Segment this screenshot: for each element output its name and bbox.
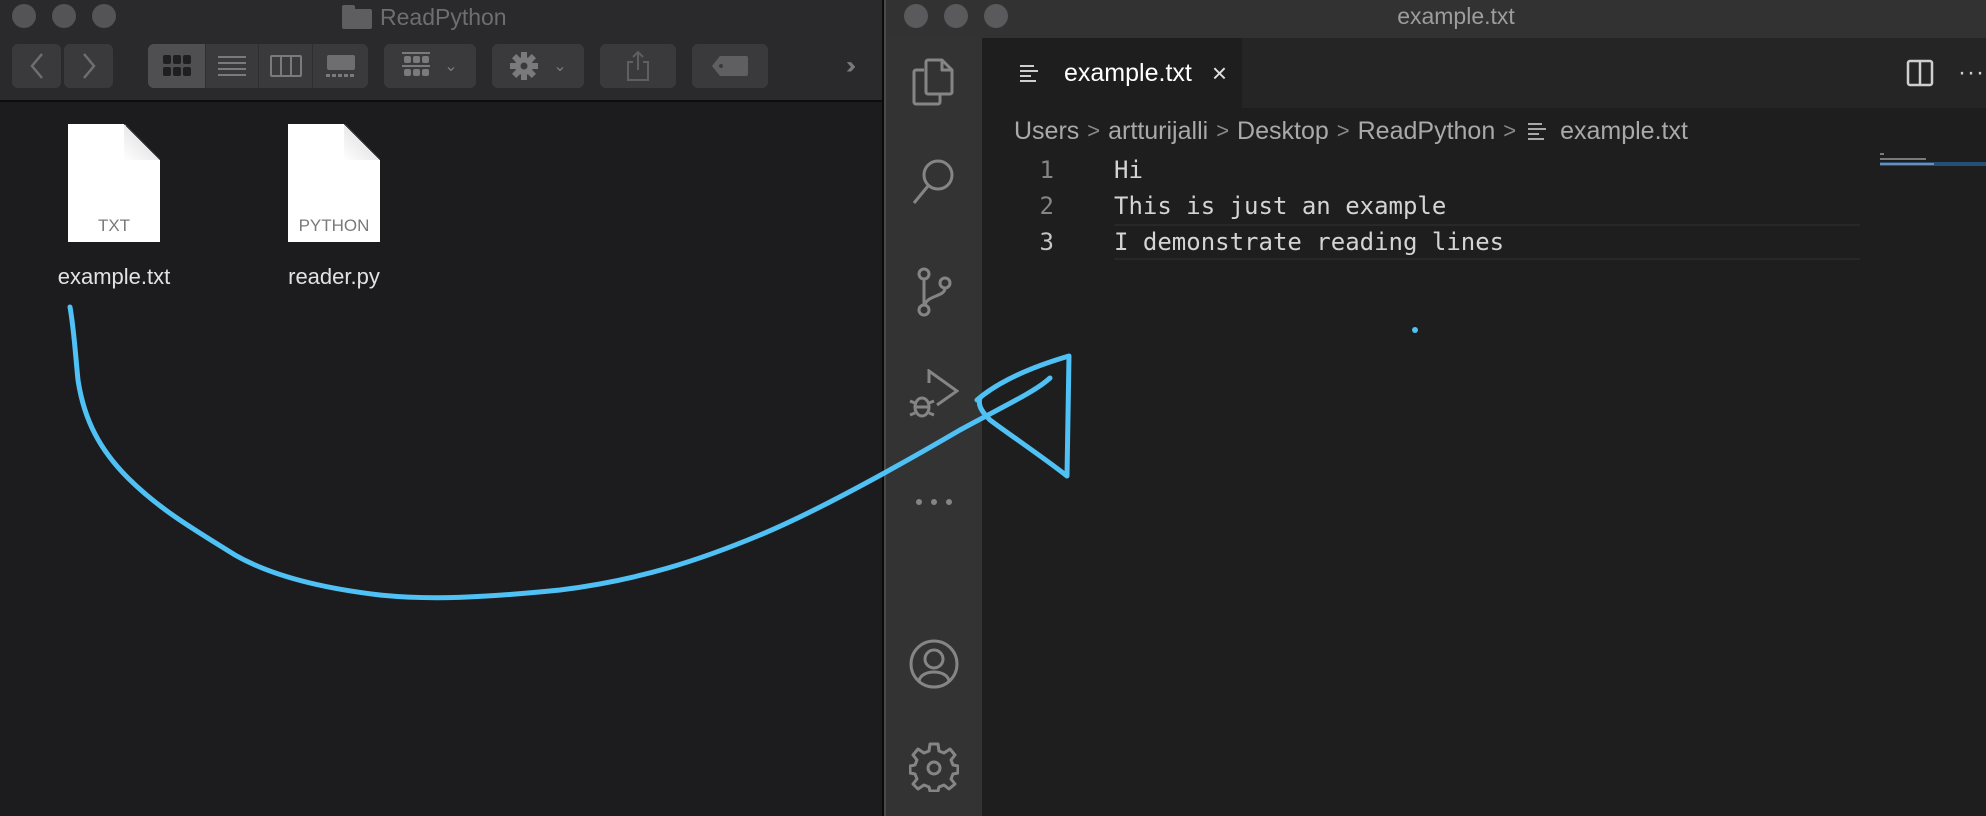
breadcrumb-item[interactable]: example.txt xyxy=(1560,117,1688,146)
breadcrumb-item[interactable]: Desktop xyxy=(1237,117,1329,146)
finder-window: ReadPython ⌄ ⌄ ›› TXT example.txt PYTHON… xyxy=(0,0,882,816)
finder-window-title: ReadPython xyxy=(342,2,507,32)
tab-label: example.txt xyxy=(1064,58,1192,87)
grid-icon xyxy=(162,55,191,76)
ellipsis-icon xyxy=(916,499,952,505)
share-icon xyxy=(627,50,649,81)
search-button[interactable] xyxy=(886,147,982,217)
chevron-left-icon xyxy=(29,53,43,79)
code-line: 2 This is just an example xyxy=(982,188,1860,224)
breadcrumb-item[interactable]: ReadPython xyxy=(1358,117,1496,146)
icon-view-button[interactable] xyxy=(148,44,206,88)
forward-button[interactable] xyxy=(64,44,113,88)
vscode-titlebar: example.txt xyxy=(886,0,1986,38)
file-item-example-txt[interactable]: TXT example.txt xyxy=(34,124,194,290)
file-item-reader-py[interactable]: PYTHON reader.py xyxy=(254,124,414,290)
chevron-right-icon: > xyxy=(1336,118,1350,143)
finder-toolbar: ReadPython ⌄ ⌄ ›› xyxy=(0,0,882,102)
editor-tab-bar: example.txt × ··· xyxy=(982,38,1986,108)
line-number: 2 xyxy=(1039,192,1054,220)
file-name: example.txt xyxy=(57,264,171,289)
minimap-line xyxy=(1880,157,1986,161)
minimap[interactable] xyxy=(1880,152,1986,167)
source-control-button[interactable] xyxy=(886,257,982,327)
line-number: 1 xyxy=(1039,156,1054,184)
more-actions-icon[interactable]: ··· xyxy=(1958,59,1986,87)
python-file-icon: PYTHON xyxy=(288,124,380,242)
breadcrumb: Users > artturijalli > Desktop > ReadPyt… xyxy=(1014,112,1688,150)
explorer-button[interactable] xyxy=(886,48,982,118)
code-line-current: 3 I demonstrate reading lines xyxy=(982,224,1860,260)
search-icon xyxy=(912,159,954,204)
tag-icon xyxy=(712,56,748,76)
activity-bar xyxy=(886,38,982,816)
text-file-icon xyxy=(1528,122,1548,140)
finder-title-text: ReadPython xyxy=(380,3,507,30)
line-text: This is just an example xyxy=(1114,192,1447,220)
gear-icon xyxy=(510,52,539,80)
list-icon xyxy=(218,56,246,76)
accounts-button[interactable] xyxy=(886,629,982,699)
group-by-button[interactable]: ⌄ xyxy=(384,44,476,88)
run-debug-icon xyxy=(909,369,959,418)
columns-icon xyxy=(269,55,302,77)
editor-actions: ··· xyxy=(1906,38,1986,108)
close-window-button[interactable] xyxy=(12,4,36,28)
text-file-icon: TXT xyxy=(68,124,160,242)
file-type-label: PYTHON xyxy=(298,216,370,235)
toolbar-overflow-button[interactable]: ›› xyxy=(846,52,856,80)
window-title: example.txt xyxy=(1397,3,1515,29)
breadcrumb-item[interactable]: Users xyxy=(1014,117,1079,146)
line-text: I demonstrate reading lines xyxy=(1114,228,1505,256)
line-text: Hi xyxy=(1114,156,1143,184)
chevron-down-icon: ⌄ xyxy=(553,58,567,75)
zoom-window-button[interactable] xyxy=(92,4,116,28)
close-tab-icon[interactable]: × xyxy=(1212,58,1227,89)
list-view-button[interactable] xyxy=(206,44,259,88)
chevron-right-icon: > xyxy=(1503,118,1517,143)
chevron-right-icon: > xyxy=(1087,118,1101,143)
source-control-icon xyxy=(917,267,952,317)
minimap-line xyxy=(1880,152,1986,156)
split-editor-icon[interactable] xyxy=(1906,59,1934,87)
files-icon xyxy=(912,58,954,106)
column-view-button[interactable] xyxy=(259,44,313,88)
line-number: 3 xyxy=(1039,228,1054,256)
folder-icon xyxy=(342,5,372,29)
gallery-view-button[interactable] xyxy=(313,44,368,88)
group-icon xyxy=(402,52,431,76)
tab-example-txt[interactable]: example.txt × xyxy=(982,38,1242,108)
run-debug-button[interactable] xyxy=(886,360,982,430)
minimap-line xyxy=(1880,162,1986,166)
account-icon xyxy=(909,639,959,689)
chevron-right-icon: > xyxy=(1216,118,1230,143)
tags-button[interactable] xyxy=(692,44,768,88)
more-views-button[interactable] xyxy=(886,467,982,537)
view-mode-segmented-control xyxy=(148,44,368,88)
minimize-window-button[interactable] xyxy=(52,4,76,28)
vscode-window: example.txt example.txt × ··· Users > ar… xyxy=(882,0,1986,816)
back-button[interactable] xyxy=(12,44,61,88)
breadcrumb-item[interactable]: artturijalli xyxy=(1108,117,1208,146)
gear-icon xyxy=(909,742,959,792)
file-type-label: TXT xyxy=(97,216,131,235)
share-button[interactable] xyxy=(600,44,676,88)
manage-button[interactable] xyxy=(886,732,982,802)
text-file-icon xyxy=(1020,64,1040,82)
code-line: 1 Hi xyxy=(982,152,1860,188)
gallery-icon xyxy=(325,55,355,77)
file-name: reader.py xyxy=(288,264,380,289)
chevron-down-icon: ⌄ xyxy=(444,58,458,75)
chevron-right-icon xyxy=(82,53,96,79)
action-menu-button[interactable]: ⌄ xyxy=(492,44,584,88)
code-editor[interactable]: 1 Hi 2 This is just an example 3 I demon… xyxy=(982,150,1986,816)
